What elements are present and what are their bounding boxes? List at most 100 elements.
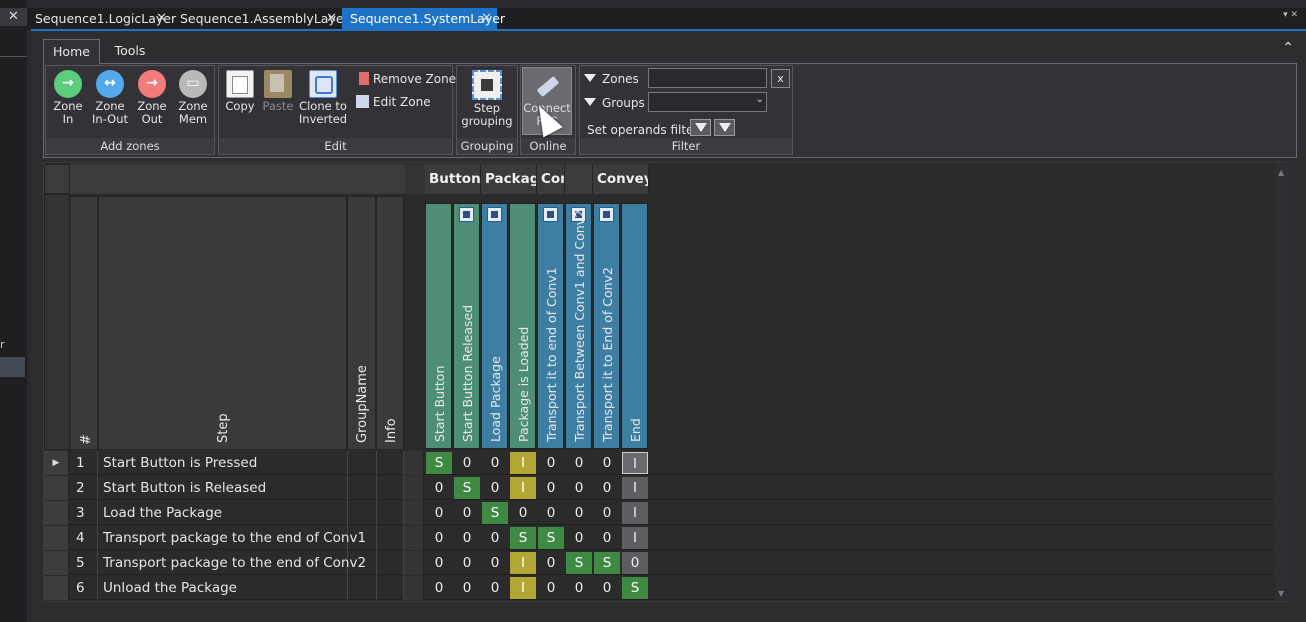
operand-value-cell[interactable]: 0 bbox=[482, 452, 508, 474]
group-name-cell[interactable] bbox=[348, 526, 377, 550]
info-cell[interactable] bbox=[377, 476, 404, 500]
operand-value-cell[interactable]: 0 bbox=[482, 527, 508, 549]
operand-value-cell[interactable]: I bbox=[510, 552, 536, 574]
column-header-info[interactable]: Info bbox=[376, 196, 404, 450]
tab-overflow-icon[interactable]: ▾ ✕ bbox=[1283, 10, 1298, 20]
group-name-cell[interactable] bbox=[348, 476, 377, 500]
tab-close-icon[interactable]: ✕ bbox=[481, 8, 492, 29]
operand-value-cell[interactable]: S bbox=[594, 552, 620, 574]
zone-in-out-button[interactable]: ↔ Zone In-Out bbox=[90, 70, 130, 126]
column-header-step[interactable]: Step bbox=[98, 196, 347, 450]
tab-close-icon[interactable]: ✕ bbox=[156, 8, 167, 29]
table-row[interactable]: 5 Transport package to the end of Conv2 0 0… bbox=[44, 551, 1274, 575]
operand-value-cell[interactable]: 0 bbox=[426, 552, 452, 574]
tab-assembly-layer[interactable]: Sequence1.AssemblyLayer ✕ bbox=[172, 8, 349, 29]
operand-value-cell[interactable]: 0 bbox=[426, 502, 452, 524]
info-cell[interactable] bbox=[377, 501, 404, 525]
operand-value-cell[interactable]: 0 bbox=[426, 527, 452, 549]
operand-value-cell[interactable]: S bbox=[482, 502, 508, 524]
edit-zone-button[interactable]: Edit Zone bbox=[356, 94, 431, 110]
group-name-cell[interactable] bbox=[348, 551, 377, 575]
zone-mem-button[interactable]: ▭ Zone Mem bbox=[174, 70, 212, 126]
group-name-cell[interactable] bbox=[348, 576, 377, 600]
left-panel-selected-item[interactable] bbox=[0, 357, 25, 377]
step-name-cell[interactable]: Load the Package bbox=[98, 501, 348, 525]
zone-in-button[interactable]: → Zone In bbox=[50, 70, 86, 126]
operand-value-cell[interactable]: 0 bbox=[538, 502, 564, 524]
clone-to-inverted-button[interactable]: Clone to Inverted bbox=[297, 70, 349, 126]
row-selector[interactable] bbox=[44, 551, 69, 575]
tab-close-icon[interactable]: ✕ bbox=[326, 8, 337, 29]
copy-button[interactable]: Copy bbox=[223, 70, 257, 113]
remove-zone-button[interactable]: Remove Zone bbox=[359, 71, 456, 87]
operand-value-cell[interactable]: 0 bbox=[454, 527, 480, 549]
operand-value-cell[interactable]: I bbox=[622, 502, 648, 524]
groups-filter-dropdown[interactable]: ⌄ bbox=[648, 92, 767, 112]
operand-value-cell[interactable]: S bbox=[454, 477, 480, 499]
table-row[interactable]: 6 Unload the Package 0 0 0 I 0 0 0 S bbox=[44, 576, 1274, 600]
operand-column-start-button-released[interactable]: Start Button Released bbox=[453, 203, 480, 449]
operand-value-cell[interactable]: 0 bbox=[594, 452, 620, 474]
operand-column-load-package[interactable]: Load Package bbox=[481, 203, 508, 449]
operand-value-cell[interactable]: S bbox=[538, 527, 564, 549]
current-row-indicator-icon[interactable]: ▶ bbox=[44, 451, 69, 475]
operand-column-transport-conv2[interactable]: Transport it to End of Conv2 bbox=[593, 203, 620, 449]
step-name-cell[interactable]: Start Button is Released bbox=[98, 476, 348, 500]
zones-filter-input[interactable] bbox=[648, 68, 767, 88]
ribbon-collapse-icon[interactable]: ⌃ bbox=[1282, 40, 1294, 56]
operand-value-cell[interactable]: S bbox=[510, 527, 536, 549]
operand-value-cell[interactable]: 0 bbox=[454, 577, 480, 599]
operand-value-cell[interactable]: 0 bbox=[594, 527, 620, 549]
row-selector[interactable] bbox=[44, 576, 69, 600]
tab-logic-layer[interactable]: Sequence1.LogicLayer ✕ bbox=[27, 8, 176, 29]
operand-value-cell[interactable]: I bbox=[510, 477, 536, 499]
operand-column-transport-conv1[interactable]: Transport it to end of Conv1 bbox=[537, 203, 564, 449]
group-name-cell[interactable] bbox=[348, 501, 377, 525]
info-cell[interactable] bbox=[377, 451, 404, 475]
operand-value-cell[interactable]: 0 bbox=[454, 452, 480, 474]
scroll-down-icon[interactable]: ▼ bbox=[1278, 589, 1284, 598]
operand-value-cell[interactable]: 0 bbox=[566, 527, 592, 549]
operand-value-cell[interactable]: 0 bbox=[538, 477, 564, 499]
left-panel-close-icon[interactable]: ✕ bbox=[0, 8, 27, 26]
operand-value-cell[interactable]: I bbox=[510, 452, 536, 474]
paste-button[interactable]: Paste bbox=[261, 70, 295, 113]
ribbon-tab-tools[interactable]: Tools bbox=[106, 39, 154, 64]
group-name-cell[interactable] bbox=[348, 451, 377, 475]
operands-filter-icon[interactable] bbox=[690, 119, 711, 136]
operand-value-cell[interactable]: I bbox=[622, 452, 648, 474]
table-row[interactable]: 4 Transport package to the end of Conv1 0 0… bbox=[44, 526, 1274, 550]
operand-value-cell[interactable]: 0 bbox=[594, 577, 620, 599]
info-cell[interactable] bbox=[377, 576, 404, 600]
row-selector[interactable] bbox=[44, 501, 69, 525]
operand-value-cell[interactable]: S bbox=[566, 552, 592, 574]
operand-value-cell[interactable]: 0 bbox=[566, 502, 592, 524]
operand-value-cell[interactable]: S bbox=[622, 577, 648, 599]
operand-value-cell[interactable]: I bbox=[510, 577, 536, 599]
operand-value-cell[interactable]: 0 bbox=[538, 452, 564, 474]
step-name-cell[interactable]: Transport package to the end of Conv2 bbox=[98, 551, 366, 575]
vertical-scrollbar[interactable]: ▲ ▼ bbox=[1275, 164, 1288, 600]
operand-value-cell[interactable]: 0 bbox=[538, 552, 564, 574]
row-selector[interactable] bbox=[44, 526, 69, 550]
row-selector[interactable] bbox=[44, 476, 69, 500]
operand-value-cell[interactable]: 0 bbox=[538, 577, 564, 599]
clear-filter-button[interactable]: x bbox=[771, 69, 790, 88]
step-name-cell[interactable]: Transport package to the end of Conv1 bbox=[98, 526, 366, 550]
operand-value-cell[interactable]: 0 bbox=[566, 577, 592, 599]
scroll-up-icon[interactable]: ▲ bbox=[1278, 168, 1284, 177]
ribbon-tab-home[interactable]: Home bbox=[43, 39, 100, 64]
operand-value-cell[interactable]: I bbox=[622, 477, 648, 499]
operand-value-cell[interactable]: 0 bbox=[454, 552, 480, 574]
operand-value-cell[interactable]: 0 bbox=[510, 502, 536, 524]
step-name-cell[interactable]: Start Button is Pressed bbox=[98, 451, 348, 475]
info-cell[interactable] bbox=[377, 551, 404, 575]
tab-system-layer[interactable]: Sequence1.SystemLayer ✕ bbox=[342, 8, 505, 29]
operand-value-cell[interactable]: S bbox=[426, 452, 452, 474]
operand-value-cell[interactable]: I bbox=[622, 527, 648, 549]
zone-out-button[interactable]: → Zone Out bbox=[134, 70, 170, 126]
operand-column-start-button[interactable]: Start Button bbox=[425, 203, 452, 449]
operand-value-cell[interactable]: 0 bbox=[426, 477, 452, 499]
table-row[interactable]: 2 Start Button is Released 0 S 0 I 0 0 0 I bbox=[44, 476, 1274, 500]
column-header-num[interactable]: # bbox=[70, 196, 98, 450]
